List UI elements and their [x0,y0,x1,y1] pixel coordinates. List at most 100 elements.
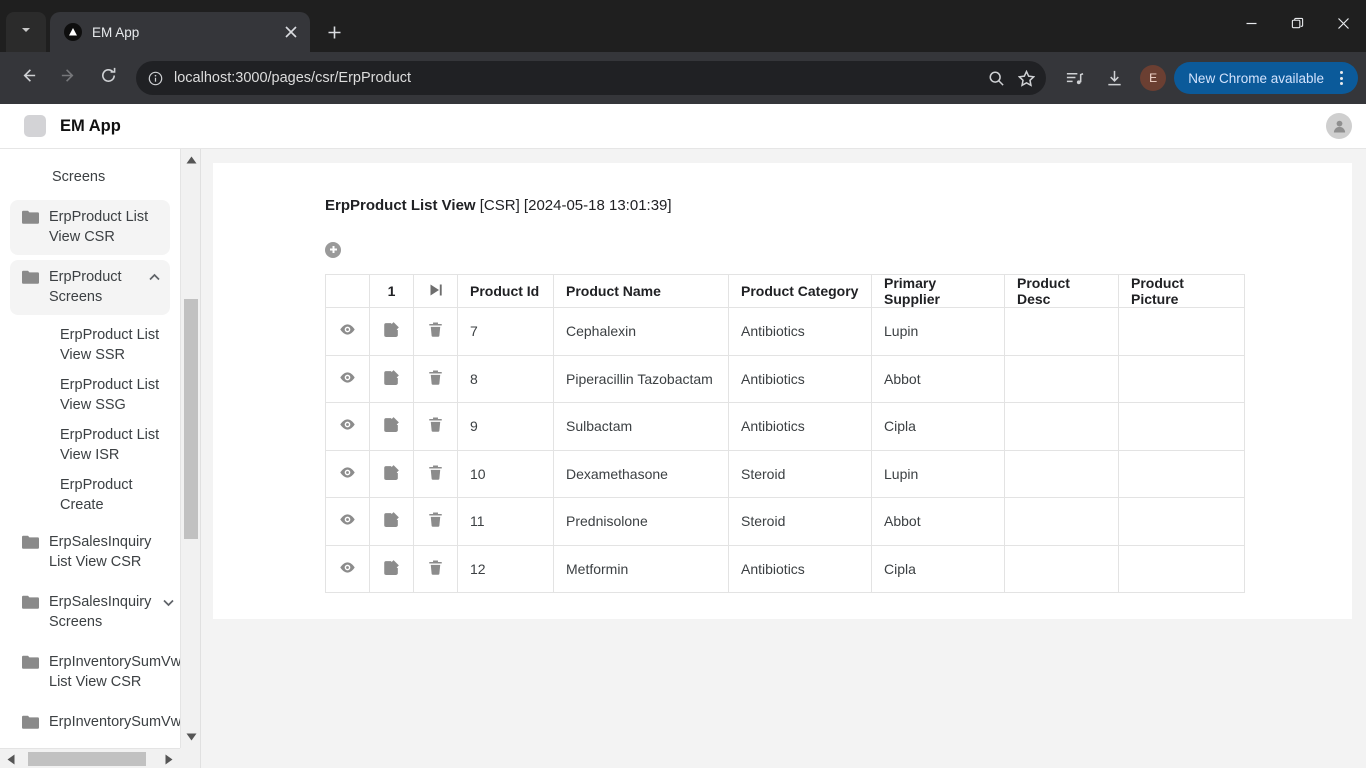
site-info-icon[interactable] [142,65,168,91]
scroll-left-arrow-icon[interactable] [0,749,22,768]
folder-icon [22,535,39,549]
body-area: Screens ErpProduct List View CSR ErpProd… [0,149,1366,768]
sidebar-item-erpproduct-list-view-isr[interactable]: ErpProduct List View ISR [0,425,170,465]
cell-product-picture [1118,544,1245,593]
search-icon[interactable] [982,64,1010,92]
column-header-primary-supplier[interactable]: Primary Supplier [871,274,1005,308]
cell-product-id: 10 [457,449,554,498]
view-row-button[interactable] [325,544,370,593]
scroll-up-arrow-icon[interactable] [181,149,200,171]
back-button[interactable] [11,61,45,95]
view-row-button[interactable] [325,354,370,403]
profile-avatar[interactable]: E [1140,65,1167,91]
view-row-button[interactable] [325,307,370,356]
sidebar-item-erpinventorysumvw-list-view-csr[interactable]: ErpInventorySumVw List View CSR [10,645,180,700]
browser-tab[interactable]: EM App [50,12,310,52]
sidebar-vertical-scrollbar[interactable] [180,149,200,748]
sidebar-item-erpsalesinquiry-screens[interactable]: ErpSalesInquiry Screens [10,585,174,640]
sidebar-item-erpproduct-create[interactable]: ErpProduct Create [0,475,170,515]
cell-product-desc [1004,449,1119,498]
cell-product-picture [1118,402,1245,451]
last-page-icon[interactable] [429,283,443,297]
edit-row-button[interactable] [369,449,414,498]
new-tab-button[interactable] [318,16,350,48]
cell-product-desc [1004,354,1119,403]
column-header-page-number[interactable]: 1 [369,274,414,308]
vertical-scroll-thumb[interactable] [184,299,198,539]
column-header-product-category[interactable]: Product Category [728,274,872,308]
folder-icon [22,270,39,284]
column-header-product-desc[interactable]: Product Desc [1004,274,1119,308]
table-row: 11 Prednisolone Steroid Abbot [325,497,1245,546]
sidebar-item-erpproduct-list-view-ssr[interactable]: ErpProduct List View SSR [0,325,170,365]
chevron-down-icon[interactable] [161,595,176,610]
edit-row-button[interactable] [369,497,414,546]
minimize-button[interactable] [1228,0,1274,46]
folder-icon [22,655,39,669]
cell-product-name: Metformin [553,544,729,593]
column-header-last-page[interactable] [413,274,458,308]
horizontal-scroll-thumb[interactable] [28,752,146,766]
delete-row-button[interactable] [413,449,458,498]
cell-product-picture [1118,354,1245,403]
edit-row-button[interactable] [369,354,414,403]
trash-icon [427,511,444,528]
tab-close-button[interactable] [280,21,302,43]
sidebar-item-erpinventorysumvw[interactable]: ErpInventorySumVw [10,705,180,740]
app-logo-icon [24,115,46,137]
view-row-button[interactable] [325,497,370,546]
tab-search-button[interactable] [6,12,46,52]
sidebar-item-erpsalesinquiry-list-view-csr[interactable]: ErpSalesInquiry List View CSR [10,525,170,580]
user-avatar-icon[interactable] [1326,113,1352,139]
delete-row-button[interactable] [413,544,458,593]
delete-row-button[interactable] [413,402,458,451]
view-row-button[interactable] [325,449,370,498]
cell-product-category: Antibiotics [728,354,872,403]
view-row-button[interactable] [325,402,370,451]
scroll-down-arrow-icon[interactable] [181,726,200,748]
cell-product-id: 9 [457,402,554,451]
column-header-product-name[interactable]: Product Name [553,274,729,308]
folder-icon [22,715,39,729]
url-text[interactable]: localhost:3000/pages/csr/ErpProduct [174,70,980,86]
cell-product-picture [1118,449,1245,498]
erpproduct-table: 1 Product Id Product Name Product Catego… [325,274,1245,593]
maximize-button[interactable] [1274,0,1320,46]
address-bar[interactable]: localhost:3000/pages/csr/ErpProduct [136,61,1047,95]
edit-row-button[interactable] [369,544,414,593]
chevron-up-icon[interactable] [147,270,162,285]
sidebar-horizontal-scrollbar[interactable] [0,748,180,768]
window-close-button[interactable] [1320,0,1366,46]
reload-button[interactable] [91,61,125,95]
forward-arrow-icon [59,66,78,90]
eye-icon [339,416,356,433]
delete-row-button[interactable] [413,497,458,546]
tab-strip: EM App [0,0,1366,52]
cell-product-picture [1118,497,1245,546]
edit-row-button[interactable] [369,307,414,356]
browser-window: EM App localhost:3000/pages/csr/ErpProdu… [0,0,1366,768]
star-icon[interactable] [1012,64,1040,92]
sidebar-item-erpproduct-screens[interactable]: ErpProduct Screens [10,260,170,315]
column-header-product-id[interactable]: Product Id [457,274,554,308]
add-record-button[interactable] [325,242,341,258]
edit-row-button[interactable] [369,402,414,451]
column-header-blank-1 [325,274,370,308]
sidebar-scroll-content: Screens ErpProduct List View CSR ErpProd… [0,149,180,748]
delete-row-button[interactable] [413,307,458,356]
sidebar-item-erpproduct-list-view-csr[interactable]: ErpProduct List View CSR [10,200,170,255]
table-row: 12 Metformin Antibiotics Cipla [325,544,1245,593]
sidebar-item-erpproduct-list-view-ssg[interactable]: ErpProduct List View SSG [0,375,170,415]
cell-product-category: Antibiotics [728,307,872,356]
delete-row-button[interactable] [413,354,458,403]
forward-button[interactable] [51,61,85,95]
chrome-update-button[interactable]: New Chrome available [1174,62,1358,94]
column-header-product-picture[interactable]: Product Picture [1118,274,1245,308]
app-brand[interactable]: EM App [24,115,121,137]
cell-product-picture [1118,307,1245,356]
download-icon[interactable] [1098,62,1130,94]
cell-product-name: Prednisolone [553,497,729,546]
kebab-menu-icon[interactable] [1330,67,1352,89]
scroll-right-arrow-icon[interactable] [158,749,180,768]
media-playlist-icon[interactable] [1058,62,1090,94]
